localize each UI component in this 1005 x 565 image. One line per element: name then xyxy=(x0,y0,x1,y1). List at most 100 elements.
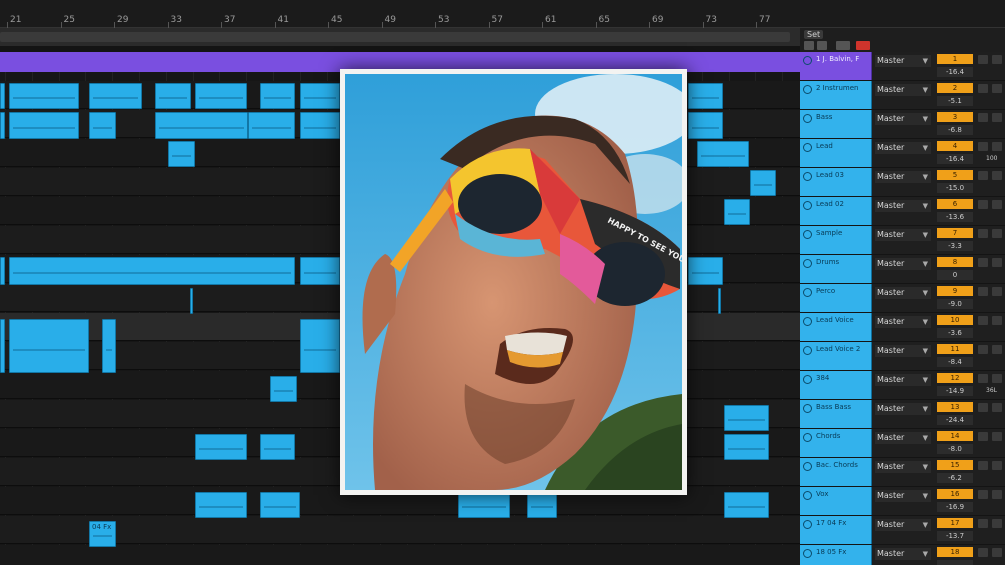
track-number-badge[interactable]: 4 xyxy=(937,141,973,151)
audio-clip[interactable] xyxy=(9,257,295,285)
solo-button[interactable] xyxy=(978,403,988,412)
circle-icon[interactable] xyxy=(803,114,812,123)
audio-clip[interactable] xyxy=(270,376,297,402)
track-number-badge[interactable]: 5 xyxy=(937,170,973,180)
mute-button[interactable] xyxy=(992,345,1002,354)
track-number-badge[interactable]: 13 xyxy=(937,402,973,412)
track-header[interactable]: 1 J. Balvin, F Master ▼ 1 -16.4 xyxy=(800,52,1005,81)
circle-icon[interactable] xyxy=(803,288,812,297)
track-name-box[interactable]: Lead Voice xyxy=(800,313,872,341)
track-name-box[interactable]: Bac. Chords xyxy=(800,458,872,486)
circle-icon[interactable] xyxy=(803,462,812,471)
output-routing-select[interactable]: Master ▼ xyxy=(875,548,931,560)
audio-clip[interactable] xyxy=(190,288,193,314)
timeline-ruler[interactable]: 21 25 29 33 37 41 45 49 53 57 61 65 69 73 77 xyxy=(0,0,1005,28)
track-header[interactable]: Perco Master ▼ 9 -9.0 xyxy=(800,284,1005,313)
solo-button[interactable] xyxy=(978,316,988,325)
output-routing-select[interactable]: Master ▼ xyxy=(875,519,931,531)
audio-clip[interactable] xyxy=(697,141,749,167)
mute-button[interactable] xyxy=(992,287,1002,296)
audio-clip[interactable] xyxy=(0,83,5,109)
track-number-badge[interactable]: 10 xyxy=(937,315,973,325)
track-header[interactable]: Vox Master ▼ 16 -16.9 xyxy=(800,487,1005,516)
mute-button[interactable] xyxy=(992,374,1002,383)
solo-button[interactable] xyxy=(978,548,988,557)
mute-button[interactable] xyxy=(992,316,1002,325)
track-header[interactable]: Lead 02 Master ▼ 6 -13.6 xyxy=(800,197,1005,226)
volume-value[interactable]: -14.9 xyxy=(937,386,973,396)
track-number-badge[interactable]: 14 xyxy=(937,431,973,441)
track-name-box[interactable]: 384 xyxy=(800,371,872,399)
track-header[interactable]: Bass Master ▼ 3 -6.8 xyxy=(800,110,1005,139)
volume-value[interactable]: -9.0 xyxy=(937,299,973,309)
track-header[interactable]: Lead Voice 2 Master ▼ 11 -8.4 xyxy=(800,342,1005,371)
volume-value[interactable]: -8.0 xyxy=(937,444,973,454)
audio-clip[interactable] xyxy=(195,492,247,518)
track-name-box[interactable]: Vox xyxy=(800,487,872,515)
audio-clip[interactable] xyxy=(688,112,723,139)
output-routing-select[interactable]: Master ▼ xyxy=(875,345,931,357)
output-routing-select[interactable]: Master ▼ xyxy=(875,258,931,270)
mute-button[interactable] xyxy=(992,55,1002,64)
track-name-box[interactable]: Lead 03 xyxy=(800,168,872,196)
track-name-box[interactable]: 2 Instrumen xyxy=(800,81,872,109)
mute-button[interactable] xyxy=(992,432,1002,441)
track-name-box[interactable]: Chords xyxy=(800,429,872,457)
output-routing-select[interactable]: Master ▼ xyxy=(875,142,931,154)
audio-clip[interactable] xyxy=(458,492,510,518)
circle-icon[interactable] xyxy=(803,346,812,355)
mute-button[interactable] xyxy=(992,113,1002,122)
circle-icon[interactable] xyxy=(803,143,812,152)
volume-value[interactable]: -5.1 xyxy=(937,96,973,106)
circle-icon[interactable] xyxy=(803,404,812,413)
track-number-badge[interactable]: 2 xyxy=(937,83,973,93)
solo-button[interactable] xyxy=(978,200,988,209)
audio-clip[interactable] xyxy=(195,83,247,109)
audio-clip[interactable] xyxy=(724,492,769,518)
audio-clip[interactable] xyxy=(155,112,248,139)
track-name-box[interactable]: 1 J. Balvin, F xyxy=(800,52,872,80)
volume-value[interactable]: -3.6 xyxy=(937,328,973,338)
audio-clip[interactable] xyxy=(300,112,340,139)
audio-clip[interactable] xyxy=(0,257,5,285)
track-name-box[interactable]: Lead Voice 2 xyxy=(800,342,872,370)
output-routing-select[interactable]: Master ▼ xyxy=(875,461,931,473)
track-lane[interactable] xyxy=(0,545,800,565)
track-header[interactable]: 2 Instrumen Master ▼ 2 -5.1 xyxy=(800,81,1005,110)
audio-clip[interactable] xyxy=(750,170,776,196)
solo-button[interactable] xyxy=(978,519,988,528)
audio-clip[interactable] xyxy=(688,83,723,109)
set-icon-button[interactable] xyxy=(804,41,814,50)
track-header[interactable]: Sample Master ▼ 7 -3.3 xyxy=(800,226,1005,255)
circle-icon[interactable] xyxy=(803,520,812,529)
circle-icon[interactable] xyxy=(803,549,812,558)
volume-value[interactable]: -3.3 xyxy=(937,241,973,251)
audio-clip[interactable] xyxy=(724,434,769,460)
output-routing-select[interactable]: Master ▼ xyxy=(875,113,931,125)
track-number-badge[interactable]: 16 xyxy=(937,489,973,499)
output-routing-select[interactable]: Master ▼ xyxy=(875,403,931,415)
track-name-box[interactable]: Perco xyxy=(800,284,872,312)
solo-button[interactable] xyxy=(978,55,988,64)
volume-value[interactable]: -6.2 xyxy=(937,473,973,483)
mute-button[interactable] xyxy=(992,142,1002,151)
track-number-badge[interactable]: 6 xyxy=(937,199,973,209)
volume-value[interactable]: -6.8 xyxy=(937,125,973,135)
circle-icon[interactable] xyxy=(803,317,812,326)
circle-icon[interactable] xyxy=(803,172,812,181)
audio-clip[interactable] xyxy=(260,83,295,109)
output-routing-select[interactable]: Master ▼ xyxy=(875,171,931,183)
audio-clip[interactable] xyxy=(724,405,769,431)
scrollbar-thumb[interactable] xyxy=(0,32,790,42)
solo-button[interactable] xyxy=(978,84,988,93)
audio-clip[interactable]: 04 Fx xyxy=(89,521,116,547)
audio-clip[interactable] xyxy=(0,319,5,373)
circle-icon[interactable] xyxy=(803,491,812,500)
track-name-box[interactable]: Lead xyxy=(800,139,872,167)
audio-clip[interactable] xyxy=(527,492,557,518)
track-name-box[interactable]: Drums xyxy=(800,255,872,283)
audio-clip[interactable] xyxy=(195,434,247,460)
mute-button[interactable] xyxy=(992,548,1002,557)
volume-value[interactable]: -13.7 xyxy=(937,531,973,541)
output-routing-select[interactable]: Master ▼ xyxy=(875,316,931,328)
